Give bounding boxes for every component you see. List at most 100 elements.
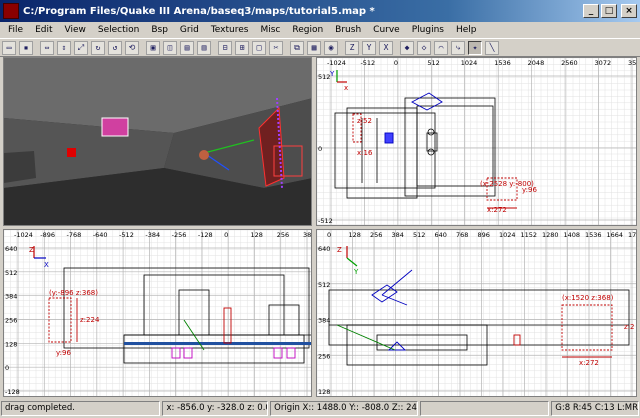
- save-icon[interactable]: ▪: [19, 40, 33, 55]
- close-button[interactable]: ×: [621, 4, 637, 18]
- x-tick-label: 640: [435, 231, 447, 239]
- flip-y-icon[interactable]: ⇕: [57, 40, 71, 55]
- drag-edges-icon[interactable]: ╲: [485, 40, 499, 55]
- x-tick-label: 512: [427, 59, 439, 67]
- x-tick-label: 1024: [499, 231, 516, 239]
- x-tick-label: -512: [360, 59, 375, 67]
- brush-label: x:16: [357, 149, 373, 157]
- menu-file[interactable]: File: [2, 25, 29, 35]
- rotate-x-icon[interactable]: ↻: [91, 40, 105, 55]
- x-tick-label: 1536: [585, 231, 602, 239]
- status-origin: Origin X:: 1488.0 Y:: -808.0 Z:: 240.0: [270, 401, 418, 416]
- flip-z-icon[interactable]: ⤢: [74, 40, 88, 55]
- x-tick-label: 1536: [494, 59, 511, 67]
- menu-view[interactable]: View: [59, 25, 92, 35]
- drag-vertices-icon[interactable]: ✦: [468, 40, 482, 55]
- view-xy-icon[interactable]: Z: [345, 40, 359, 55]
- camera-viewport[interactable]: [3, 57, 312, 226]
- x-tick-label: -1024: [14, 231, 33, 239]
- dim-label-h: x:272: [487, 206, 507, 214]
- menu-textures[interactable]: Textures: [205, 25, 255, 35]
- title-bar: C:/Program Files/Quake III Arena/baseq3/…: [0, 0, 640, 22]
- maximize-button[interactable]: □: [601, 4, 617, 18]
- change-views-icon[interactable]: ⧉: [290, 40, 304, 55]
- window-title: C:/Program Files/Quake III Arena/baseq3/…: [23, 5, 375, 17]
- rotate-z-icon[interactable]: ⟲: [125, 40, 139, 55]
- axis-label-x: X: [44, 261, 49, 269]
- x-tick-label: -896: [40, 231, 55, 239]
- app-icon: [3, 3, 19, 19]
- xz-grid: -1024 -896 -768 -640 -512 -384 -256 -128 0 128 256…: [4, 230, 311, 396]
- menu-help[interactable]: Help: [450, 25, 483, 35]
- brush-label: z:52: [357, 117, 372, 125]
- axis-label-y: Y: [353, 268, 359, 276]
- menu-bsp[interactable]: Bsp: [145, 25, 174, 35]
- y-tick-label: 0: [318, 145, 322, 153]
- x-tick-label: -640: [93, 231, 108, 239]
- pillar: [4, 151, 36, 183]
- rotate-y-icon[interactable]: ↺: [108, 40, 122, 55]
- flip-x-icon[interactable]: ⇔: [40, 40, 54, 55]
- menu-selection[interactable]: Selection: [92, 25, 145, 35]
- x-tick-label: 0: [327, 231, 331, 239]
- clipper-icon[interactable]: ✂: [269, 40, 283, 55]
- view-yz-icon[interactable]: X: [379, 40, 393, 55]
- x-tick-label: -768: [67, 231, 82, 239]
- y-tick-label: 512: [5, 269, 17, 277]
- minimize-button[interactable]: _: [583, 4, 599, 18]
- x-tick-label: 2048: [528, 59, 545, 67]
- view-xz-icon[interactable]: Y: [362, 40, 376, 55]
- room-brush: [334, 112, 436, 189]
- dim-label-v: z:2: [624, 323, 635, 331]
- select-inside-icon[interactable]: ▥: [197, 40, 211, 55]
- status-message: drag completed.: [1, 401, 161, 416]
- csg-subtract-icon[interactable]: ⊟: [218, 40, 232, 55]
- status-empty: [419, 401, 550, 416]
- bend-icon[interactable]: ⤷: [451, 40, 465, 55]
- menu-edit[interactable]: Edit: [29, 25, 58, 35]
- x-tick-label: 0: [394, 59, 398, 67]
- x-tick-label: 256: [370, 231, 382, 239]
- csg-merge-icon[interactable]: ⊞: [235, 40, 249, 55]
- x-tick-label: 768: [456, 231, 468, 239]
- dim-label-v: z:224: [80, 316, 100, 324]
- select-touching-icon[interactable]: ◫: [163, 40, 177, 55]
- water-brush: [124, 342, 311, 345]
- select-complete-tall-icon[interactable]: ▣: [146, 40, 160, 55]
- x-tick-label: 3072: [595, 59, 612, 67]
- patch-icon[interactable]: ⌒: [434, 40, 448, 55]
- entity-box: [384, 132, 394, 144]
- y-tick-label: -128: [5, 388, 20, 396]
- x-tick-label: 128: [349, 231, 361, 239]
- camera-line: [381, 269, 413, 296]
- x-tick-label: -256: [172, 231, 187, 239]
- axis-label-z: Z: [337, 246, 342, 254]
- menu-brush[interactable]: Brush: [329, 25, 367, 35]
- x-tick-label: 1792: [628, 231, 637, 239]
- room-brush: [63, 267, 310, 349]
- select-partial-tall-icon[interactable]: ▤: [180, 40, 194, 55]
- texture-view-icon[interactable]: ▦: [307, 40, 321, 55]
- hollow-icon[interactable]: □: [252, 40, 266, 55]
- selected-brush: [101, 117, 129, 137]
- make-detail-icon[interactable]: ◆: [400, 40, 414, 55]
- dim-label-h: x:272: [579, 359, 599, 367]
- dim-label-h: y:96: [56, 349, 71, 357]
- xz-viewport[interactable]: -1024 -896 -768 -640 -512 -384 -256 -128 0 128 256…: [3, 229, 312, 397]
- entity-box: [286, 347, 296, 359]
- yz-viewport[interactable]: 0 128 256 384 512 640 768 896 1024 1152 1280 1408 15…: [316, 229, 637, 397]
- menu-curve[interactable]: Curve: [367, 25, 406, 35]
- xy-viewport[interactable]: -1024 -512 0 512 1024 1536 2048 2560 3072 3584 512…: [316, 57, 637, 226]
- camera-icon[interactable]: ◉: [324, 40, 338, 55]
- entity-box: [183, 347, 193, 359]
- menu-misc[interactable]: Misc: [254, 25, 286, 35]
- y-tick-label: 512: [318, 73, 330, 81]
- cubic-clip-icon[interactable]: ◇: [417, 40, 431, 55]
- camera-frustum: [411, 92, 443, 111]
- menu-plugins[interactable]: Plugins: [406, 25, 450, 35]
- x-tick-label: 384: [392, 231, 404, 239]
- x-tick-label: -128: [198, 231, 213, 239]
- menu-grid[interactable]: Grid: [174, 25, 205, 35]
- open-icon[interactable]: ▭: [2, 40, 16, 55]
- menu-region[interactable]: Region: [286, 25, 329, 35]
